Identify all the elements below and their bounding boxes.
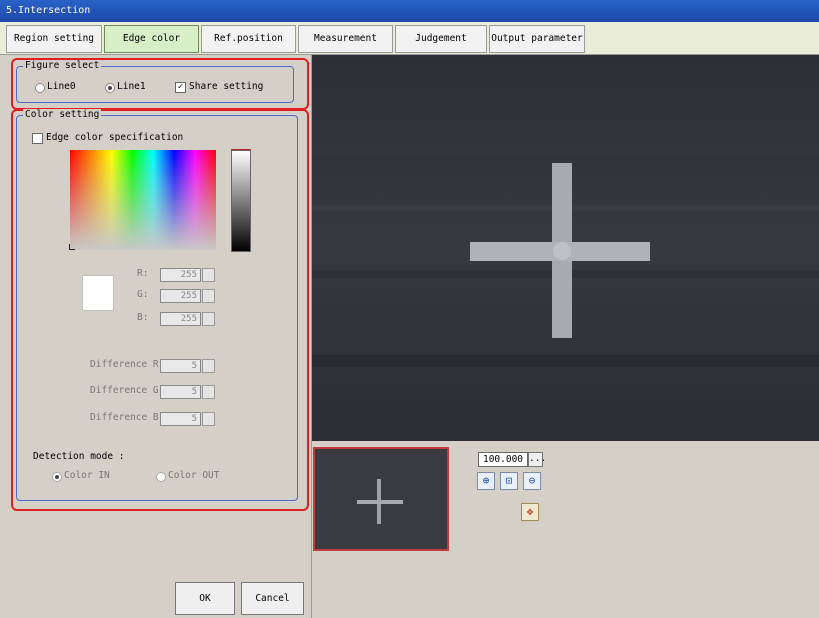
- color-in-radio[interactable]: [52, 472, 62, 482]
- tab-measurement[interactable]: Measurement: [298, 25, 393, 53]
- line0-label: Line0: [47, 81, 76, 92]
- zoom-more-button[interactable]: ...: [528, 452, 546, 467]
- tab-region-setting[interactable]: Region setting: [6, 25, 102, 53]
- cancel-button[interactable]: Cancel: [241, 582, 304, 615]
- diff-r-field[interactable]: 5: [160, 359, 201, 373]
- color-in-label: Color IN: [64, 470, 110, 481]
- r-field[interactable]: 255: [160, 268, 201, 282]
- image-navigate-icon[interactable]: ✥: [521, 503, 539, 521]
- line1-radio[interactable]: [105, 83, 115, 93]
- color-out-radio[interactable]: [156, 472, 166, 482]
- diff-g-label: Difference G: [90, 385, 159, 396]
- color-setting-legend: Color setting: [23, 109, 102, 121]
- tab-edge-color[interactable]: Edge color: [104, 25, 199, 53]
- r-label: R:: [137, 268, 149, 279]
- thumbnail-view[interactable]: [313, 447, 449, 551]
- zoom-out-icon[interactable]: ⊖: [523, 472, 541, 490]
- tab-output-parameter[interactable]: Output parameter: [489, 25, 585, 53]
- zoom-in-icon[interactable]: ⊕: [477, 472, 495, 490]
- zoom-field[interactable]: 100.000: [478, 452, 528, 467]
- camera-image: [312, 55, 819, 441]
- diff-g-field[interactable]: 5: [160, 385, 201, 399]
- thumbnail-image: [315, 449, 447, 549]
- color-swatch: [82, 275, 114, 311]
- r-spin-button[interactable]: [202, 268, 215, 282]
- line0-radio[interactable]: [35, 83, 45, 93]
- g-spin-button[interactable]: [202, 289, 215, 303]
- picker-marker: [69, 244, 75, 250]
- diff-b-field[interactable]: 5: [160, 412, 201, 426]
- tab-judgement[interactable]: Judgement: [395, 25, 487, 53]
- line1-label: Line1: [117, 81, 146, 92]
- zoom-fit-icon[interactable]: ⊡: [500, 472, 518, 490]
- brightness-marker: [231, 149, 251, 150]
- color-out-label: Color OUT: [168, 470, 220, 481]
- g-label: G:: [137, 289, 149, 300]
- tab-ref-position[interactable]: Ref.position: [201, 25, 296, 53]
- brightness-bar[interactable]: [231, 150, 251, 252]
- diff-r-spin-button[interactable]: [202, 359, 215, 373]
- b-spin-button[interactable]: [202, 312, 215, 326]
- b-label: B:: [137, 312, 149, 323]
- diff-g-spin-button[interactable]: [202, 385, 215, 399]
- edge-color-spec-label: Edge color specification: [46, 132, 184, 143]
- detection-mode-label: Detection mode :: [33, 451, 125, 462]
- share-setting-label: Share setting: [189, 81, 264, 92]
- color-spectrum-picker[interactable]: [70, 150, 216, 250]
- camera-image-view[interactable]: [312, 55, 819, 441]
- b-field[interactable]: 255: [160, 312, 201, 326]
- edge-color-spec-checkbox[interactable]: [32, 133, 43, 144]
- diff-r-label: Difference R: [90, 359, 159, 370]
- tab-bar: Region setting Edge color Ref.position M…: [0, 22, 819, 55]
- g-field[interactable]: 255: [160, 289, 201, 303]
- figure-select-legend: Figure select: [23, 60, 102, 72]
- diff-b-spin-button[interactable]: [202, 412, 215, 426]
- diff-b-label: Difference B: [90, 412, 159, 423]
- ok-button[interactable]: OK: [175, 582, 235, 615]
- window-title: 5.Intersection: [0, 0, 819, 22]
- share-setting-checkbox[interactable]: ✓: [175, 82, 186, 93]
